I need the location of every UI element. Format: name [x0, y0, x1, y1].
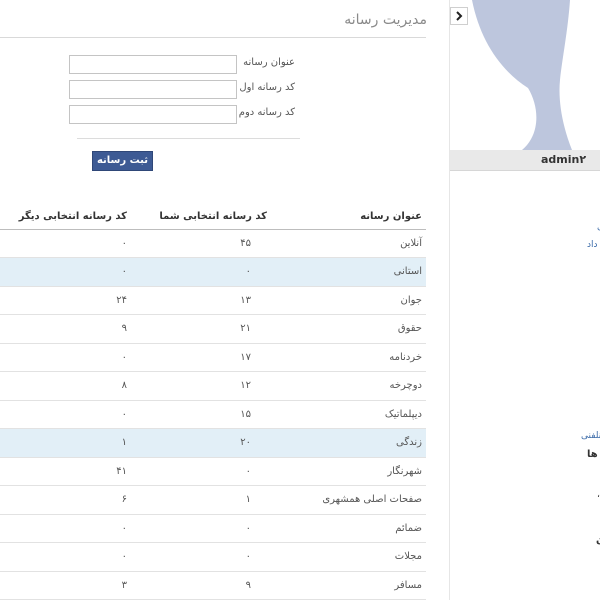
table-header-row: عنوان رسانه کد رسانه انتخابی شما کد رسان… — [0, 205, 426, 230]
avatar-silhouette-icon — [450, 0, 600, 150]
username[interactable]: admin۲ — [541, 153, 586, 166]
table-row[interactable]: ضمائم ۰ ۰ — [0, 514, 426, 543]
cell-other-code: ۱ — [0, 428, 131, 458]
cell-media-title: آنلاین — [271, 229, 426, 258]
cell-your-code: ۱۳ — [131, 286, 271, 315]
chevron-right-icon — [456, 11, 463, 21]
sidebar-text-1: ، — [597, 490, 600, 500]
cell-media-title: مسافر — [271, 571, 426, 600]
table-row[interactable]: دوچرخه ۱۲ ۸ — [0, 371, 426, 401]
first-code-input[interactable] — [69, 80, 237, 99]
header-other-code[interactable]: کد رسانه انتخابی دیگر — [0, 205, 131, 230]
second-code-label: کد رسانه دوم — [238, 107, 295, 118]
media-title-label: عنوان رسانه — [243, 57, 295, 68]
cell-media-title: دیپلماتیک — [271, 400, 426, 429]
cell-your-code: ۰ — [131, 457, 271, 486]
cell-your-code: ۰ — [131, 542, 271, 572]
table-row[interactable]: خردنامه ۱۷ ۰ — [0, 343, 426, 372]
second-code-input[interactable] — [69, 105, 237, 124]
cell-your-code: ۱۵ — [131, 400, 271, 429]
sidebar-collapse-button[interactable] — [450, 7, 468, 25]
cell-media-title: شهرنگار — [271, 457, 426, 486]
cell-media-title: صفحات اصلی همشهری — [271, 485, 426, 515]
header-media-title[interactable]: عنوان رسانه — [271, 205, 426, 230]
cell-other-code: ۰ — [0, 514, 131, 543]
cell-media-title: جوان — [271, 286, 426, 315]
cell-media-title: مجلات — [271, 542, 426, 572]
cell-your-code: ۹ — [131, 571, 271, 600]
cell-other-code: ۲۴ — [0, 286, 131, 315]
table-body: آنلاین ۴۵ ۰ استانی ۰ ۰ جوان ۱۳ ۲۴ حقوق ۲۱ ۹ خردنامه ۱… — [0, 229, 426, 600]
cell-other-code: ۰ — [0, 343, 131, 372]
form-divider — [77, 138, 300, 139]
cell-your-code: ۲۱ — [131, 314, 271, 344]
cell-media-title: ضمائم — [271, 514, 426, 543]
cell-your-code: ۰ — [131, 514, 271, 543]
title-divider — [0, 37, 426, 38]
table-row[interactable]: شهرنگار ۰ ۴۱ — [0, 457, 426, 486]
cell-other-code: ۰ — [0, 229, 131, 258]
cell-media-title: حقوق — [271, 314, 426, 344]
sidebar-text-2: ن — [596, 535, 600, 546]
cell-other-code: ۰ — [0, 542, 131, 572]
table-row[interactable]: مسافر ۹ ۳ — [0, 571, 426, 600]
media-management-panel: مدیریت رسانه عنوان رسانه کد رسانه اول کد… — [0, 0, 430, 600]
table-row[interactable]: دیپلماتیک ۱۵ ۰ — [0, 400, 426, 429]
sidebar-link-3[interactable]: نلفنی — [581, 431, 600, 441]
table-row[interactable]: آنلاین ۴۵ ۰ — [0, 229, 426, 258]
table-row[interactable]: صفحات اصلی همشهری ۱ ۶ — [0, 485, 426, 515]
table-row[interactable]: جوان ۱۳ ۲۴ — [0, 286, 426, 315]
cell-media-title: خردنامه — [271, 343, 426, 372]
submit-media-button[interactable]: ثبت رسانه — [92, 151, 153, 171]
username-bar: admin۲ — [450, 150, 600, 171]
cell-media-title: استانی — [271, 257, 426, 287]
cell-other-code: ۰ — [0, 400, 131, 429]
cell-other-code: ۹ — [0, 314, 131, 344]
cell-your-code: ۱ — [131, 485, 271, 515]
cell-media-title: دوچرخه — [271, 371, 426, 401]
cell-your-code: ۴۵ — [131, 229, 271, 258]
page-title: مدیریت رسانه — [344, 12, 427, 28]
cell-other-code: ۰ — [0, 257, 131, 287]
table-row[interactable]: زندگی ۲۰ ۱ — [0, 428, 426, 458]
profile-sidebar: admin۲ ی داد نلفنی ی ها ، ن — [449, 0, 600, 600]
cell-media-title: زندگی — [271, 428, 426, 458]
first-code-label: کد رسانه اول — [239, 82, 295, 93]
cell-your-code: ۲۰ — [131, 428, 271, 458]
cell-other-code: ۶ — [0, 485, 131, 515]
cell-your-code: ۱۲ — [131, 371, 271, 401]
cell-your-code: ۱۷ — [131, 343, 271, 372]
cell-other-code: ۴۱ — [0, 457, 131, 486]
cell-other-code: ۸ — [0, 371, 131, 401]
header-your-code[interactable]: کد رسانه انتخابی شما — [131, 205, 271, 230]
sidebar-heading: ی ها — [587, 449, 600, 460]
table-row[interactable]: مجلات ۰ ۰ — [0, 542, 426, 572]
media-table: عنوان رسانه کد رسانه انتخابی شما کد رسان… — [0, 205, 426, 600]
avatar — [450, 0, 600, 150]
table-row[interactable]: استانی ۰ ۰ — [0, 257, 426, 287]
sidebar-link-2[interactable]: داد — [587, 240, 598, 250]
table-row[interactable]: حقوق ۲۱ ۹ — [0, 314, 426, 344]
cell-your-code: ۰ — [131, 257, 271, 287]
media-title-input[interactable] — [69, 55, 237, 74]
cell-other-code: ۳ — [0, 571, 131, 600]
